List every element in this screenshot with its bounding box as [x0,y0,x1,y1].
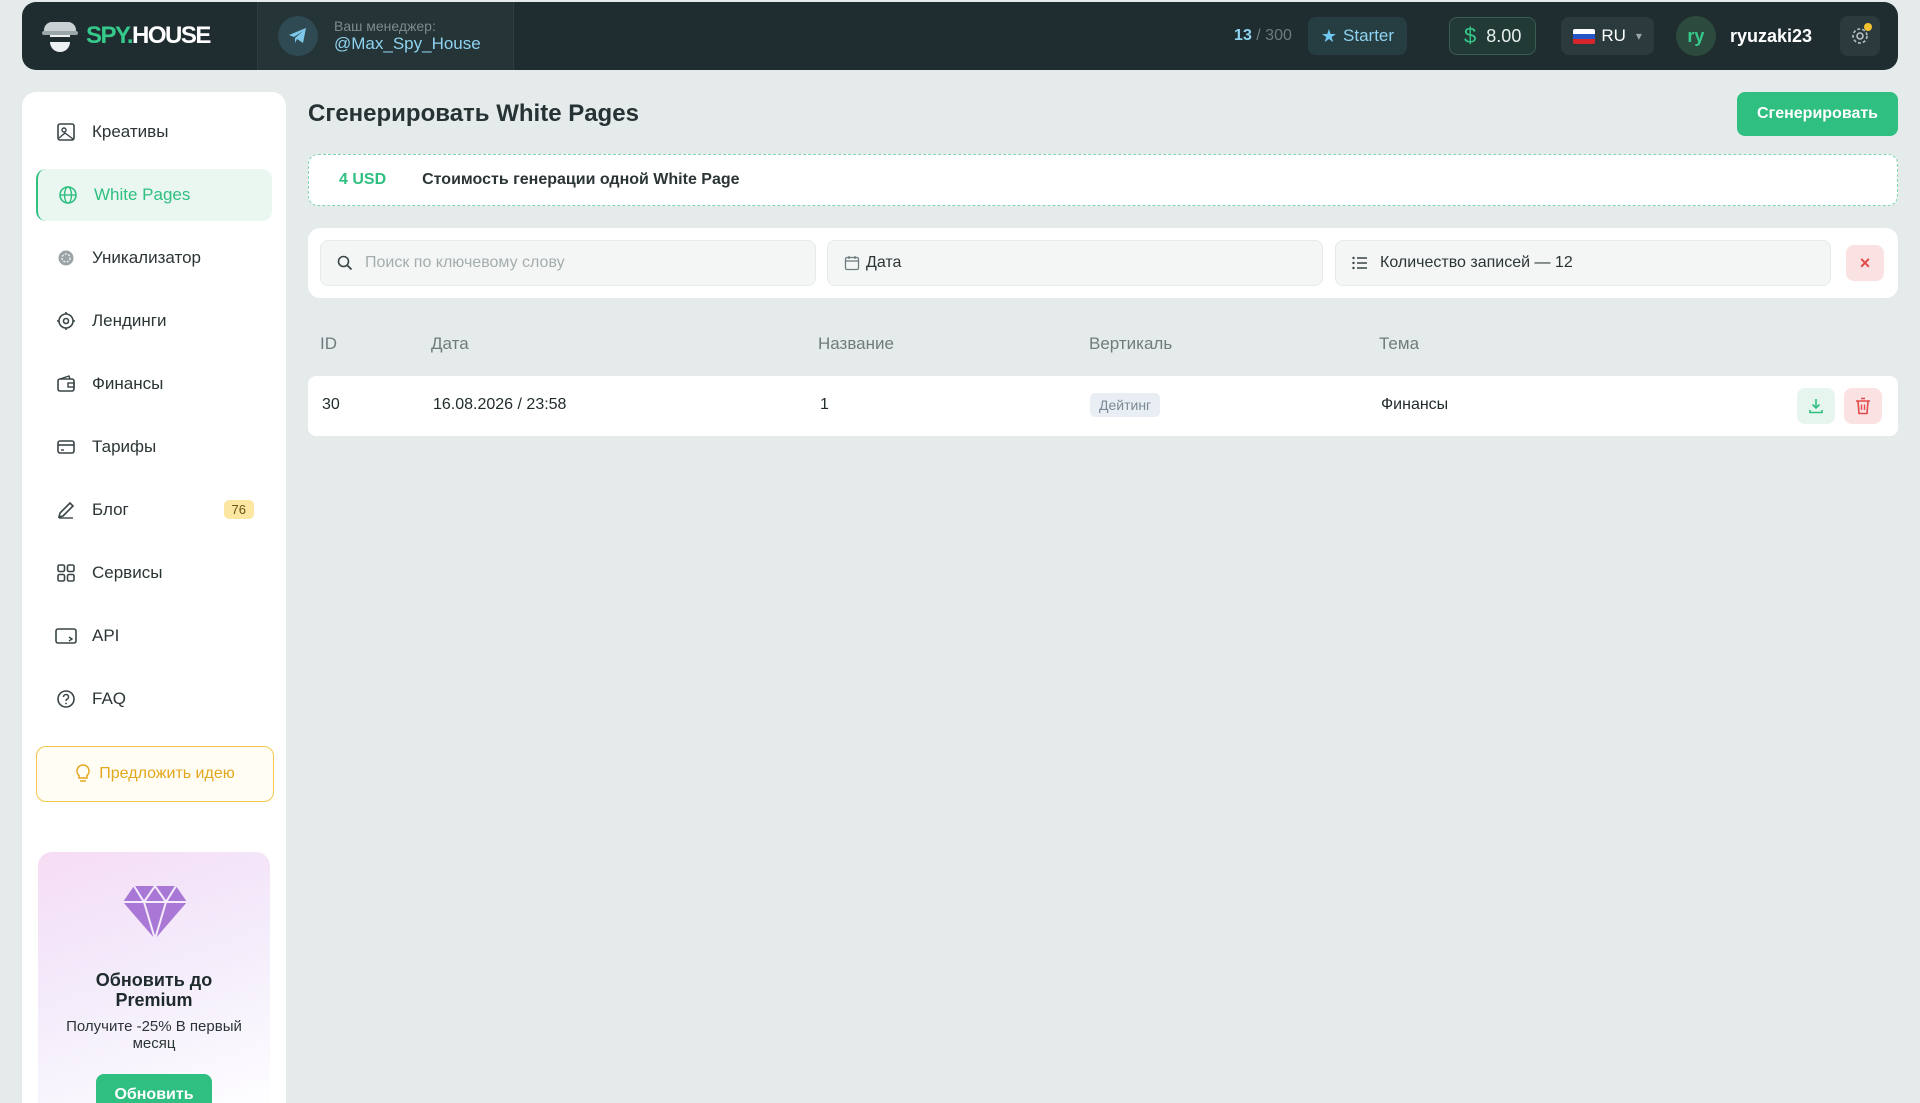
username[interactable]: ryuzaki23 [1730,26,1812,47]
manager-label: Ваш менеджер: [334,18,436,34]
sidebar-item-label: White Pages [94,185,191,204]
row-id: 30 [322,396,340,413]
table-row: 30 16.08.2026 / 23:58 1 Дейтинг Финансы [308,376,1898,436]
balance-button[interactable]: $ 8.00 [1449,17,1537,55]
sidebar-item-finance[interactable]: Финансы [36,358,272,410]
suggest-idea-button[interactable]: Предложить идею [36,746,274,802]
settings-button[interactable] [1840,16,1880,56]
cost-info-banner: 4 USD Стоимость генерации одной White Pa… [308,154,1898,206]
pen-icon [54,498,78,522]
sidebar-item-api[interactable]: API [36,610,272,662]
spy-logo-icon [42,18,78,54]
calendar-icon [844,255,860,271]
sidebar-item-label: Тарифы [92,437,157,456]
column-header-theme: Тема [1379,334,1420,353]
records-count-select[interactable]: Количество записей — 12 [1335,240,1831,286]
sidebar: Креативы White Pages Уникализатор Лендин… [22,92,286,1103]
sidebar-item-label: FAQ [92,689,127,708]
filter-panel: Поиск по ключевому слову Дата Количество… [308,228,1898,298]
sidebar-item-white-pages[interactable]: White Pages [36,169,272,221]
date-filter-label: Дата [866,254,902,271]
notification-dot [1864,23,1872,31]
language-select[interactable]: RU ▾ [1561,17,1654,55]
column-header-date: Дата [431,334,469,353]
records-count-label: Количество записей — 12 [1380,254,1573,271]
search-input[interactable]: Поиск по ключевому слову [320,240,816,286]
sidebar-item-blog[interactable]: Блог 76 [36,484,272,536]
column-header-id: ID [320,334,337,353]
row-date: 16.08.2026 / 23:58 [433,396,567,413]
target-icon [54,309,78,333]
table-header: ID Дата Название Вертикаль Тема [308,334,1898,362]
avatar[interactable]: ry [1675,16,1716,56]
cost-description: Стоимость генерации одной White Page [422,171,740,188]
sidebar-item-label: Сервисы [92,563,163,582]
row-name: 1 [820,396,829,413]
promo-subtitle: Получите -25% В первый месяц [66,1018,242,1052]
diamond-icon [123,884,187,940]
download-button[interactable] [1797,388,1835,424]
telegram-icon [278,16,318,56]
star-icon: ★ [1320,25,1338,46]
row-theme: Финансы [1381,396,1449,413]
sidebar-item-unicalizer[interactable]: Уникализатор [36,232,272,284]
manager-name[interactable]: @Max_Spy_House [334,34,481,54]
sidebar-item-faq[interactable]: FAQ [36,673,272,725]
plan-badge[interactable]: ★ Starter [1307,17,1408,55]
delete-button[interactable] [1844,388,1882,424]
close-icon: × [1859,252,1871,273]
sidebar-item-label: API [92,626,120,645]
blog-count-badge: 76 [223,500,254,519]
list-icon [1352,256,1368,270]
generate-button[interactable]: Сгенерировать [1737,92,1898,136]
top-bar: SPY.HOUSE Ваш менеджер: @Max_Spy_House 1… [22,2,1898,70]
promo-title: Обновить до Premium [95,970,213,1010]
upgrade-button[interactable]: Обновить [96,1074,212,1103]
sidebar-item-tariffs[interactable]: Тарифы [36,421,272,473]
uniq-icon [54,246,78,270]
search-icon [337,255,353,271]
globe-icon [56,183,80,207]
grid-icon [54,561,78,585]
card-icon [54,435,78,459]
page-title: Сгенерировать White Pages [308,100,639,127]
russia-flag-icon [1573,28,1596,44]
download-icon [1809,399,1823,414]
language-value: RU [1601,26,1626,45]
sidebar-item-creatives[interactable]: Креативы [36,106,272,158]
trash-icon [1856,397,1870,415]
wallet-icon [54,372,78,396]
sidebar-item-label: Финансы [92,374,164,393]
sidebar-item-landings[interactable]: Лендинги [36,295,272,347]
request-counter: 13 / 300 [1234,27,1292,44]
lightbulb-icon [75,764,91,784]
dollar-icon: $ [1464,23,1477,48]
logo-text: SPY.HOUSE [86,22,211,49]
suggest-idea-label: Предложить идею [99,765,235,782]
api-icon [54,624,78,648]
column-header-vertical: Вертикаль [1089,334,1173,353]
date-filter[interactable]: Дата [827,240,1323,286]
sidebar-item-label: Креативы [92,122,169,141]
sidebar-item-label: Лендинги [92,311,167,330]
balance-value: 8.00 [1486,25,1522,46]
manager-contact[interactable]: Ваш менеджер: @Max_Spy_House [257,2,514,70]
sidebar-item-label: Уникализатор [92,248,201,267]
image-icon [54,120,78,144]
cost-price: 4 USD [339,171,387,188]
vertical-tag: Дейтинг [1090,393,1161,417]
column-header-name: Название [818,334,894,353]
search-placeholder: Поиск по ключевому слову [365,254,565,271]
question-icon [54,687,78,711]
logo[interactable]: SPY.HOUSE [42,2,257,70]
sidebar-item-services[interactable]: Сервисы [36,547,272,599]
premium-promo-card: Обновить до Premium Получите -25% В перв… [38,852,270,1103]
sidebar-item-label: Блог [92,500,129,519]
plan-label: Starter [1343,26,1395,45]
clear-filters-button[interactable]: × [1846,245,1884,281]
chevron-down-icon: ▾ [1635,29,1642,43]
